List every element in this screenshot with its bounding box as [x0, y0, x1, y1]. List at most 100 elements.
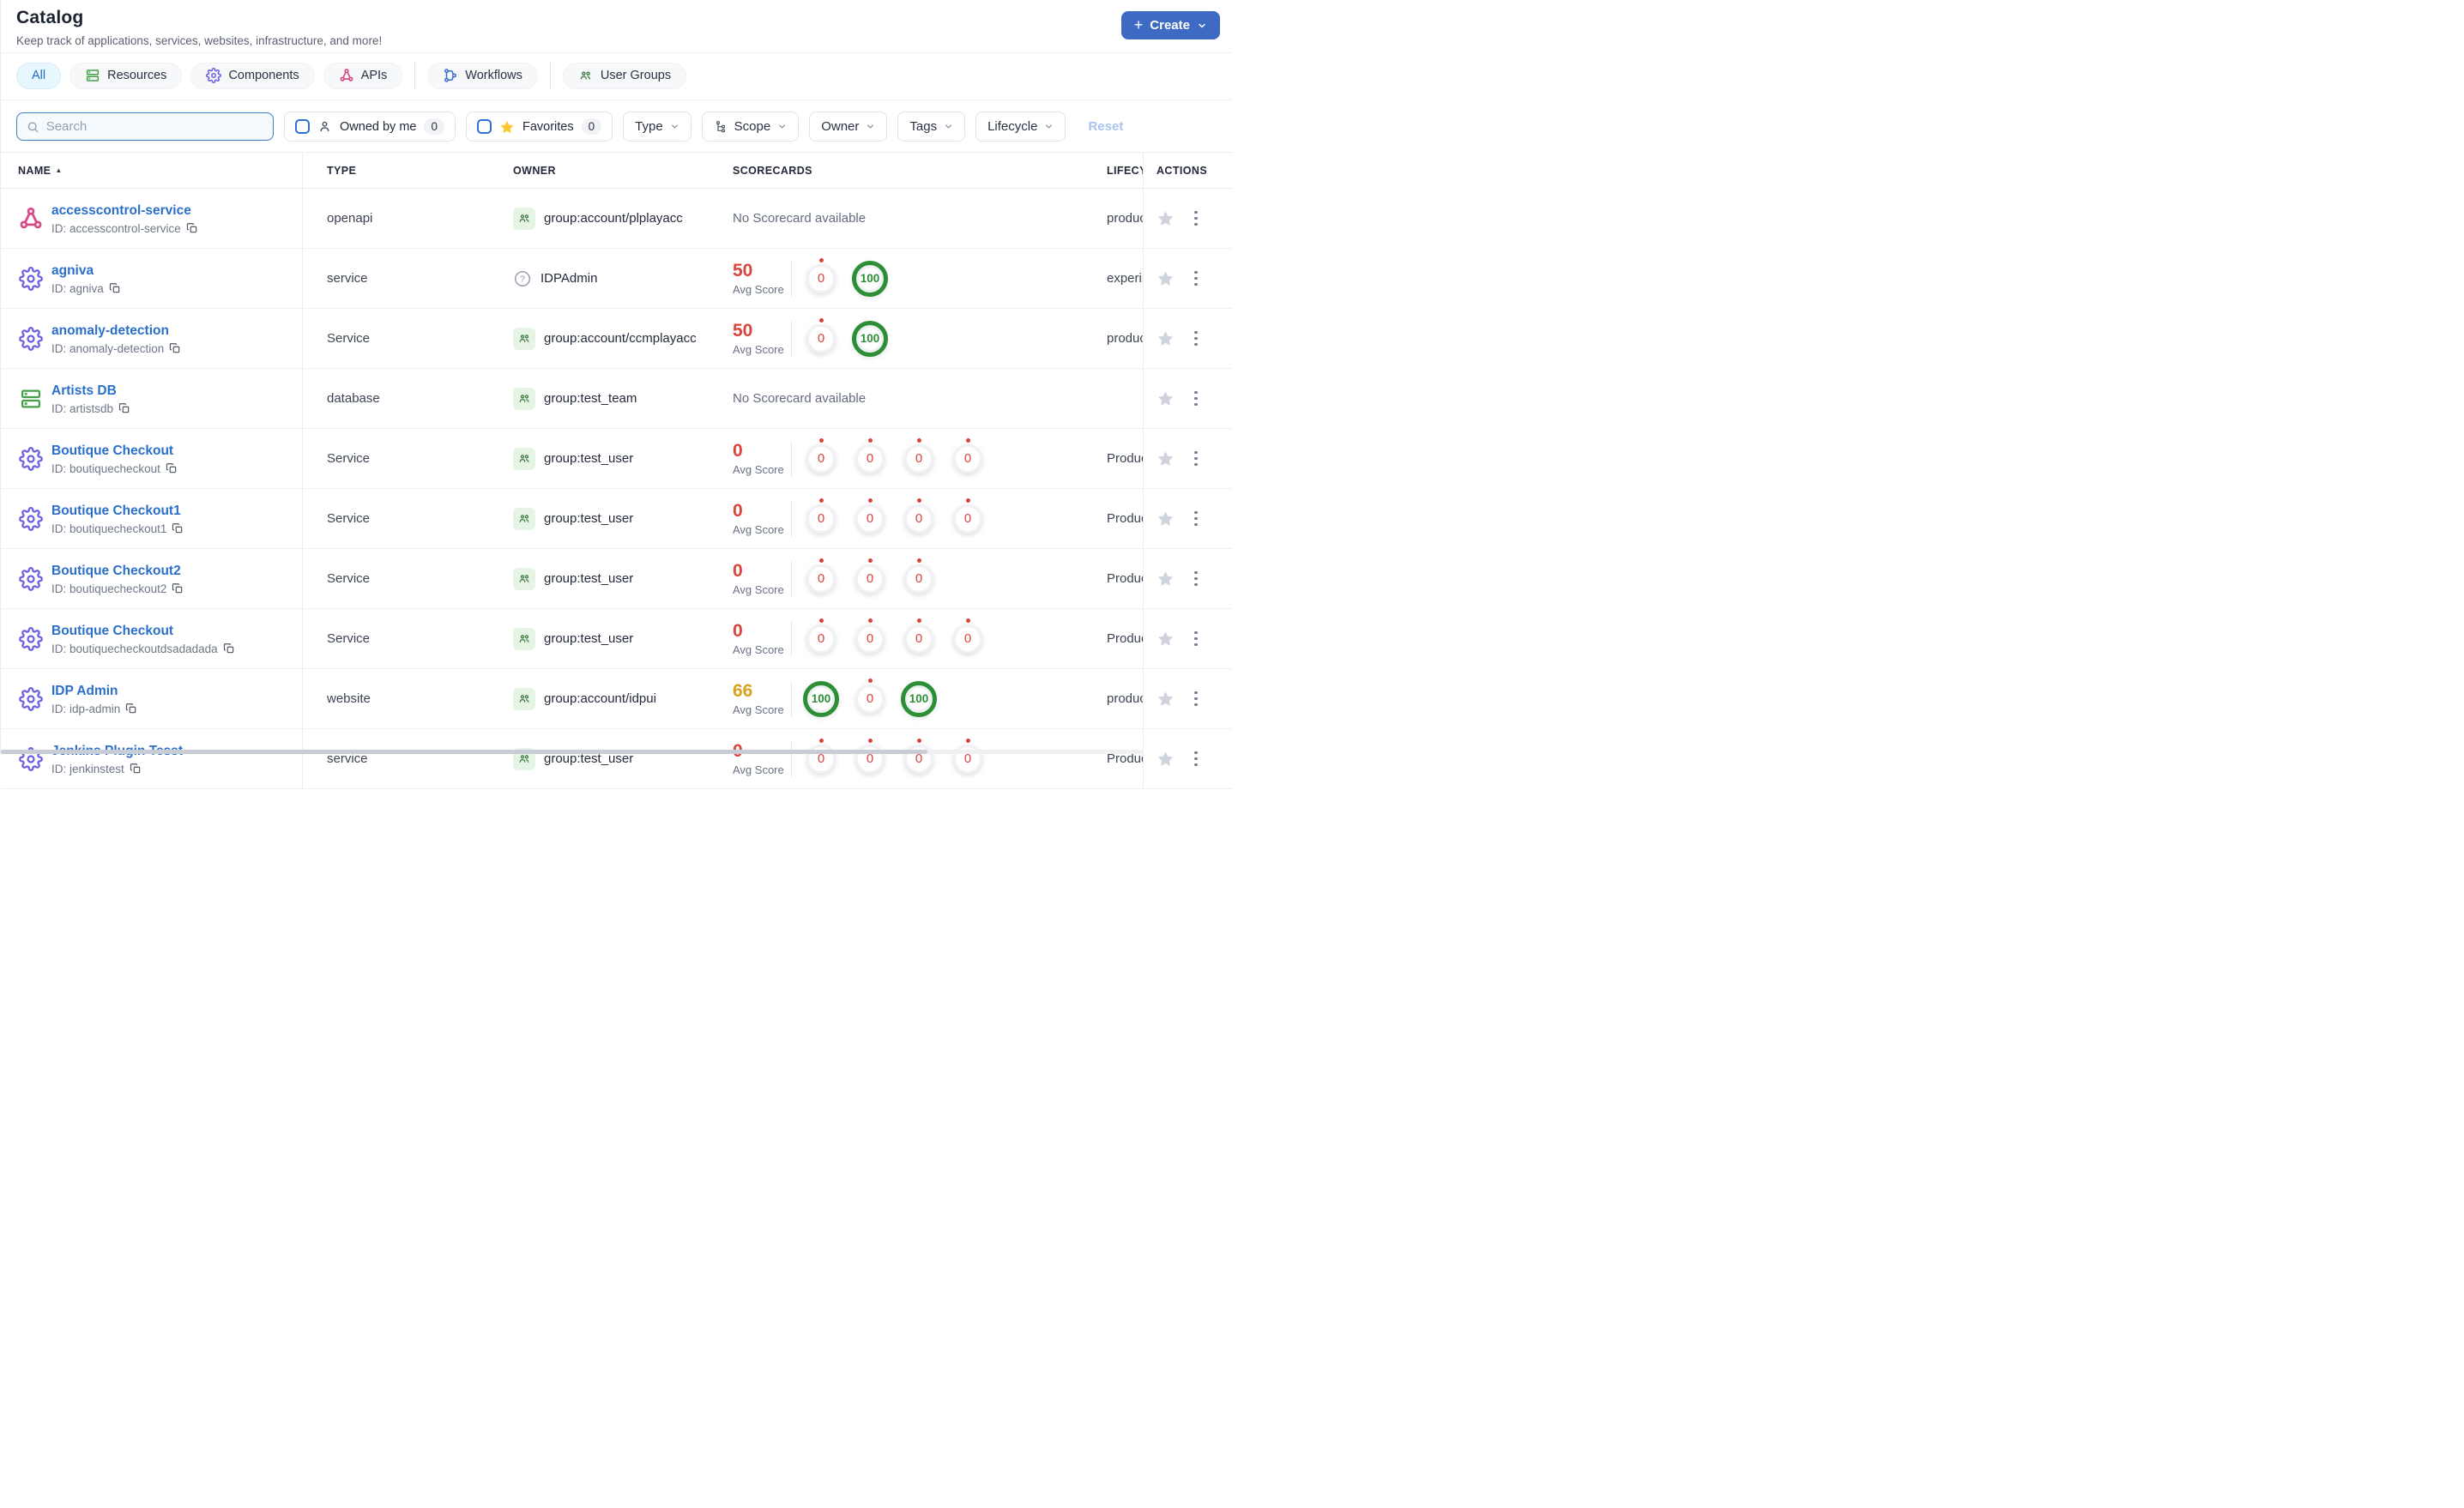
favorite-star-icon[interactable] [1157, 750, 1175, 768]
search-input[interactable] [45, 119, 263, 134]
row-menu-icon[interactable] [1189, 208, 1203, 230]
row-menu-icon[interactable] [1189, 568, 1203, 590]
scorecard-badge[interactable]: 0 [953, 738, 982, 774]
scorecard-badge[interactable]: 0 [953, 618, 982, 654]
lifecycle-dropdown[interactable]: Lifecycle [975, 112, 1066, 142]
copy-icon[interactable] [186, 222, 198, 234]
favorites-filter[interactable]: Favorites 0 [465, 112, 613, 142]
favorite-star-icon[interactable] [1157, 209, 1175, 227]
entity-name-link[interactable]: Boutique Checkout [51, 443, 178, 459]
horizontal-scrollbar[interactable] [1, 750, 1144, 754]
column-header-owner[interactable]: OWNER [503, 153, 726, 188]
tab-workflows[interactable]: Workflows [427, 62, 538, 89]
copy-icon[interactable] [125, 703, 137, 715]
owned-by-me-checkbox[interactable] [295, 119, 310, 134]
scorecard-badge[interactable]: 100 [852, 320, 888, 357]
copy-icon[interactable] [172, 582, 184, 594]
copy-icon[interactable] [169, 342, 181, 354]
scorecard-badge[interactable]: 0 [806, 317, 836, 353]
scrollbar-thumb[interactable] [1, 750, 927, 754]
scorecard-badge[interactable]: 0 [904, 618, 933, 654]
tab-resources[interactable]: Resources [69, 62, 183, 89]
scorecard-badge[interactable]: 0 [855, 678, 885, 714]
row-menu-icon[interactable] [1189, 448, 1203, 470]
row-menu-icon[interactable] [1189, 748, 1203, 770]
create-button[interactable]: + Create [1120, 11, 1220, 39]
entity-name-link[interactable]: Boutique Checkout2 [51, 563, 184, 579]
table-row: Artists DB ID: artistsdb database ? grou… [1, 369, 1233, 429]
tab-all[interactable]: All [16, 62, 62, 89]
owner-group-icon [513, 327, 535, 350]
entity-name-link[interactable]: Boutique Checkout [51, 623, 235, 639]
name-cell: Artists DB ID: artistsdb [1, 369, 303, 428]
column-header-name[interactable]: NAME ▲ [1, 153, 303, 188]
scorecard-badge[interactable]: 0 [953, 437, 982, 474]
favorite-star-icon[interactable] [1157, 630, 1175, 648]
scorecard-badge[interactable]: 0 [806, 437, 836, 474]
scorecard-badge[interactable]: 0 [904, 437, 933, 474]
favorite-star-icon[interactable] [1157, 449, 1175, 467]
tab-user-groups[interactable]: User Groups [562, 62, 687, 89]
column-header-lifecycle[interactable]: LIFECYCLE [1103, 153, 1144, 188]
row-menu-icon[interactable] [1189, 328, 1203, 350]
scorecard-badge[interactable]: 0 [904, 498, 933, 534]
scope-dropdown[interactable]: Scope [701, 112, 800, 142]
favorite-star-icon[interactable] [1157, 690, 1175, 708]
copy-icon[interactable] [118, 402, 130, 414]
scorecard-badge-slot: 100 [852, 320, 888, 357]
row-menu-icon[interactable] [1189, 688, 1203, 710]
gear-icon [19, 626, 43, 651]
row-menu-icon[interactable] [1189, 508, 1203, 530]
entity-name-link[interactable]: accesscontrol-service [51, 202, 198, 219]
row-menu-icon[interactable] [1189, 268, 1203, 290]
favorite-star-icon[interactable] [1157, 389, 1175, 407]
scorecard-badge[interactable]: 0 [806, 618, 836, 654]
favorite-star-icon[interactable] [1157, 329, 1175, 347]
tab-all-label: All [32, 69, 46, 82]
scorecard-badge[interactable]: 0 [904, 738, 933, 774]
favorite-star-icon[interactable] [1157, 570, 1175, 588]
tab-apis[interactable]: APIs [323, 62, 403, 89]
copy-icon[interactable] [223, 642, 235, 654]
row-menu-icon[interactable] [1189, 388, 1203, 410]
entity-name-link[interactable]: agniva [51, 262, 121, 279]
scorecard-badge[interactable]: 0 [855, 558, 885, 594]
entity-id-line: ID: jenkinstest [51, 763, 183, 775]
reset-filters-link[interactable]: Reset [1088, 119, 1123, 134]
entity-name-link[interactable]: anomaly-detection [51, 323, 181, 339]
owner-dropdown[interactable]: Owner [809, 112, 888, 142]
avg-score: 0 Avg Score [733, 561, 791, 596]
copy-icon[interactable] [109, 282, 121, 294]
avg-score-label: Avg Score [733, 703, 784, 716]
favorites-checkbox[interactable] [476, 119, 492, 134]
scorecard-badge[interactable]: 0 [953, 498, 982, 534]
scorecard-badge[interactable]: 0 [806, 498, 836, 534]
scorecard-badge[interactable]: 0 [855, 498, 885, 534]
owned-by-me-filter[interactable]: Owned by me 0 [284, 112, 456, 142]
column-header-type[interactable]: TYPE [303, 153, 503, 188]
entity-type: Service [327, 511, 371, 526]
scorecard-badge[interactable]: 0 [806, 738, 836, 774]
favorite-star-icon[interactable] [1157, 510, 1175, 528]
scorecard-badge[interactable]: 0 [806, 257, 836, 293]
scorecard-badge[interactable]: 100 [803, 680, 839, 717]
scorecard-badge[interactable]: 0 [806, 558, 836, 594]
entity-name-link[interactable]: IDP Admin [51, 683, 137, 699]
copy-icon[interactable] [172, 522, 184, 534]
favorite-star-icon[interactable] [1157, 269, 1175, 287]
tab-components[interactable]: Components [190, 62, 315, 89]
scorecard-badge[interactable]: 0 [904, 558, 933, 594]
scorecard-badge[interactable]: 100 [852, 260, 888, 297]
owner-dropdown-label: Owner [821, 119, 860, 134]
scorecard-badge[interactable]: 0 [855, 618, 885, 654]
copy-icon[interactable] [166, 462, 178, 474]
tags-dropdown[interactable]: Tags [897, 112, 966, 142]
row-menu-icon[interactable] [1189, 628, 1203, 650]
scorecard-badge[interactable]: 0 [855, 738, 885, 774]
scorecard-badge[interactable]: 0 [855, 437, 885, 474]
entity-name-link[interactable]: Artists DB [51, 383, 130, 399]
entity-name-link[interactable]: Boutique Checkout1 [51, 503, 184, 519]
scorecard-badge[interactable]: 100 [901, 680, 937, 717]
copy-icon[interactable] [130, 763, 142, 775]
type-dropdown[interactable]: Type [623, 112, 691, 142]
